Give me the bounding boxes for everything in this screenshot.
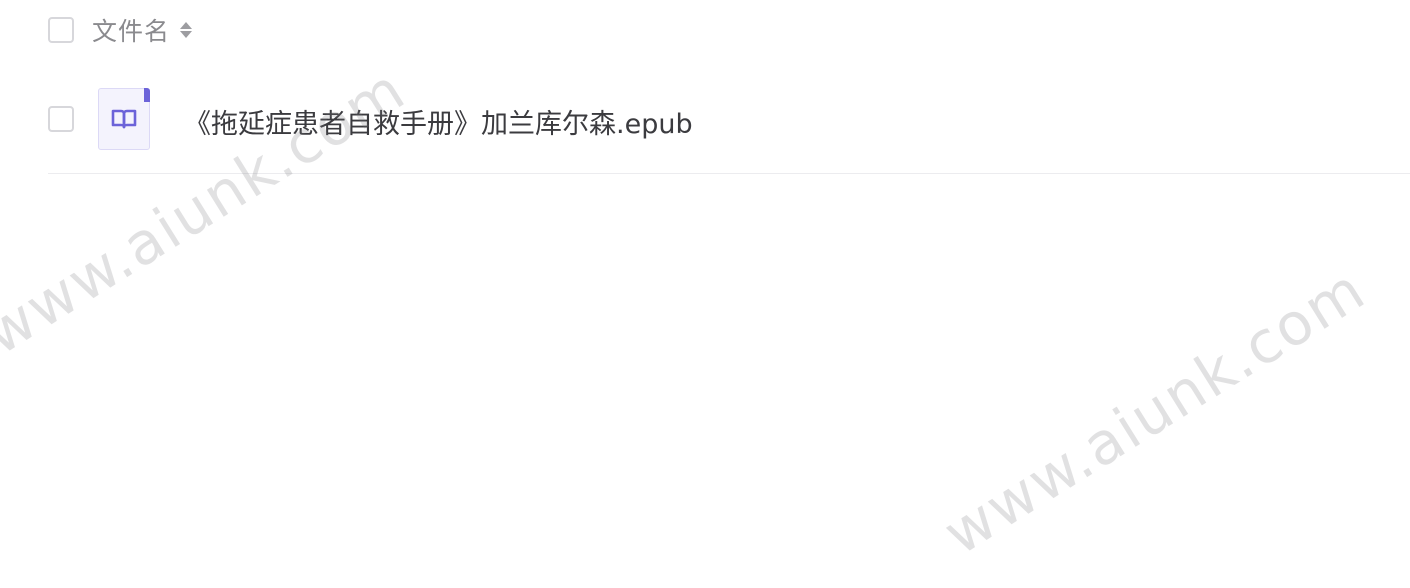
book-icon (111, 109, 137, 129)
filename-column-header[interactable]: 文件名 (92, 12, 193, 48)
file-name-link[interactable]: 《拖延症患者自救手册》加兰库尔森.epub (184, 102, 693, 141)
watermark-text: www.aiunk.com (931, 254, 1378, 569)
sort-updown-icon[interactable] (180, 19, 193, 41)
list-header: 文件名 (48, 12, 193, 48)
select-all-checkbox[interactable] (48, 17, 74, 43)
row-checkbox[interactable] (48, 106, 74, 132)
file-type-thumbnail (98, 88, 150, 150)
column-title: 文件名 (92, 17, 171, 46)
file-list-page: 文件名 《拖延症患者自救手册》加兰库尔森.epub www.aiunk.com … (0, 0, 1410, 588)
file-row[interactable]: 《拖延症患者自救手册》加兰库尔森.epub (48, 88, 1410, 174)
